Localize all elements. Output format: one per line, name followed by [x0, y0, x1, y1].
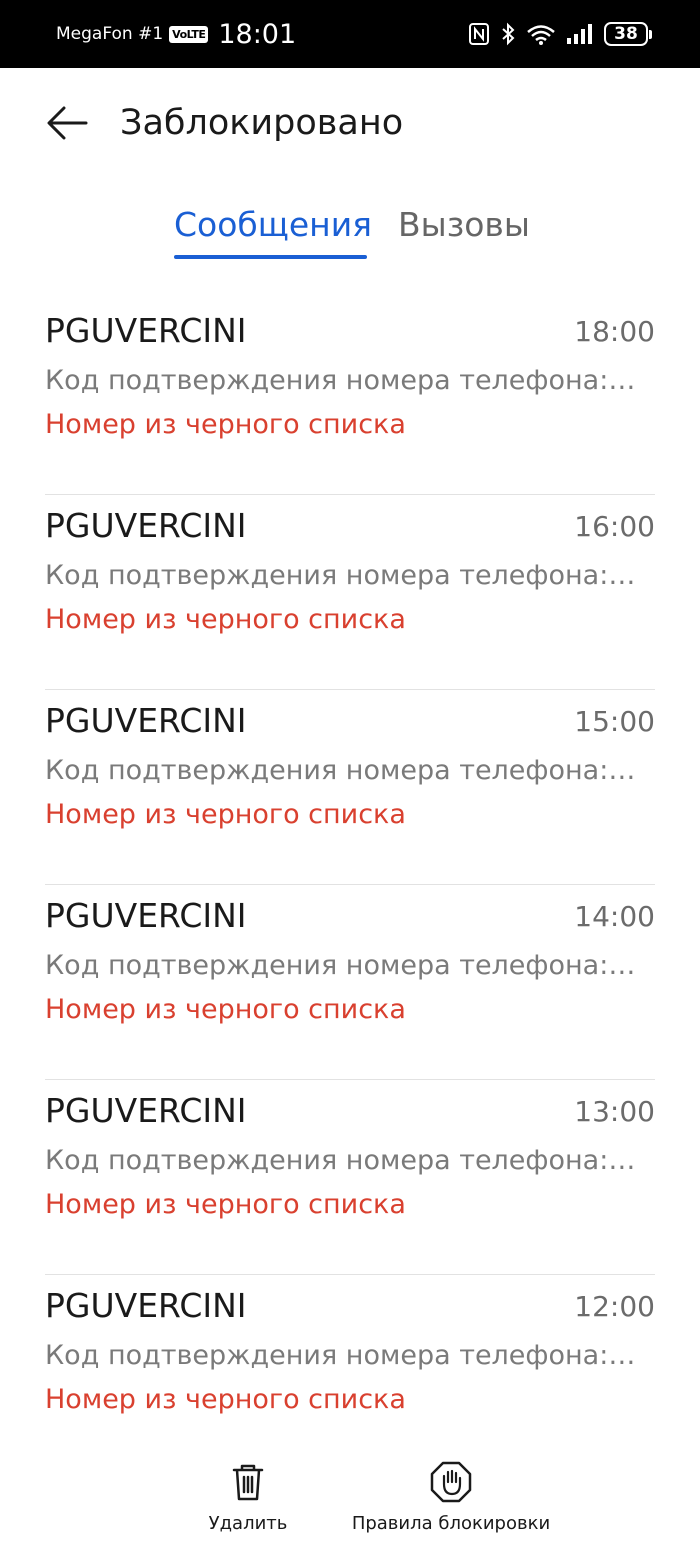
block-rules-label: Правила блокировки — [351, 1513, 551, 1534]
blocked-status: Номер из черного списка — [45, 409, 406, 440]
nfc-icon — [469, 23, 489, 45]
hand-stop-icon — [430, 1461, 472, 1503]
status-bar-right: 38 — [468, 0, 652, 68]
message-sender: PGUVERCINI — [45, 1091, 247, 1130]
tab-messages[interactable]: Сообщения — [174, 200, 372, 250]
message-sender: PGUVERCINI — [45, 1286, 247, 1325]
list-item[interactable]: PGUVERCINI 16:00 Код подтверждения номер… — [45, 495, 655, 690]
message-time: 16:00 — [574, 510, 655, 543]
message-preview: Код подтверждения номера телефона:… — [45, 365, 636, 396]
message-time: 12:00 — [574, 1290, 655, 1323]
message-time: 18:00 — [574, 315, 655, 348]
message-preview: Код подтверждения номера телефона:… — [45, 560, 636, 591]
tab-bar: Сообщения Вызовы — [0, 200, 700, 262]
battery-level: 38 — [614, 24, 638, 44]
blocked-screen: MegaFon #1 VoLTE 18:01 38 Заблокировано … — [0, 0, 700, 1549]
message-time: 14:00 — [574, 900, 655, 933]
blocked-status: Номер из черного списка — [45, 994, 406, 1025]
message-time: 13:00 — [574, 1095, 655, 1128]
status-clock: 18:01 — [218, 18, 297, 50]
status-bar: MegaFon #1 VoLTE 18:01 38 — [0, 0, 700, 68]
block-rules-button[interactable]: Правила блокировки — [346, 1460, 556, 1534]
message-sender: PGUVERCINI — [45, 311, 247, 350]
list-item[interactable]: PGUVERCINI 15:00 Код подтверждения номер… — [45, 690, 655, 885]
delete-button[interactable]: Удалить — [198, 1460, 298, 1534]
list-item[interactable]: PGUVERCINI 12:00 Код подтверждения номер… — [45, 1275, 655, 1470]
active-tab-indicator — [174, 255, 367, 259]
list-item[interactable]: PGUVERCINI 13:00 Код подтверждения номер… — [45, 1080, 655, 1275]
page-title: Заблокировано — [120, 103, 404, 143]
blocked-status: Номер из черного списка — [45, 799, 406, 830]
volte-badge: VoLTE — [169, 25, 209, 43]
status-bar-left: MegaFon #1 VoLTE 18:01 — [56, 0, 296, 68]
blocked-status: Номер из черного списка — [45, 1384, 406, 1415]
list-item[interactable]: PGUVERCINI 18:00 Код подтверждения номер… — [45, 300, 655, 495]
message-time: 15:00 — [574, 705, 655, 738]
message-preview: Код подтверждения номера телефона:… — [45, 755, 636, 786]
signal-icon — [567, 24, 592, 44]
carrier-name: MegaFon #1 — [56, 24, 164, 44]
tab-calls[interactable]: Вызовы — [398, 200, 530, 250]
blocked-status: Номер из черного списка — [45, 604, 406, 635]
message-preview: Код подтверждения номера телефона:… — [45, 950, 636, 981]
wifi-6-icon — [527, 25, 555, 45]
message-preview: Код подтверждения номера телефона:… — [45, 1340, 636, 1371]
arrow-left-icon — [47, 106, 88, 140]
battery-icon: 38 — [604, 22, 652, 46]
delete-label: Удалить — [208, 1513, 288, 1534]
app-bar: Заблокировано — [0, 68, 700, 178]
bottom-action-bar: Удалить Правила блокировки — [0, 1450, 700, 1549]
message-sender: PGUVERCINI — [45, 701, 247, 740]
blocked-message-list: PGUVERCINI 18:00 Код подтверждения номер… — [45, 300, 655, 1470]
bluetooth-icon — [502, 22, 515, 46]
message-sender: PGUVERCINI — [45, 896, 247, 935]
back-button[interactable] — [42, 98, 92, 148]
trash-icon — [232, 1464, 264, 1501]
message-sender: PGUVERCINI — [45, 506, 247, 545]
blocked-status: Номер из черного списка — [45, 1189, 406, 1220]
list-item[interactable]: PGUVERCINI 14:00 Код подтверждения номер… — [45, 885, 655, 1080]
message-preview: Код подтверждения номера телефона:… — [45, 1145, 636, 1176]
